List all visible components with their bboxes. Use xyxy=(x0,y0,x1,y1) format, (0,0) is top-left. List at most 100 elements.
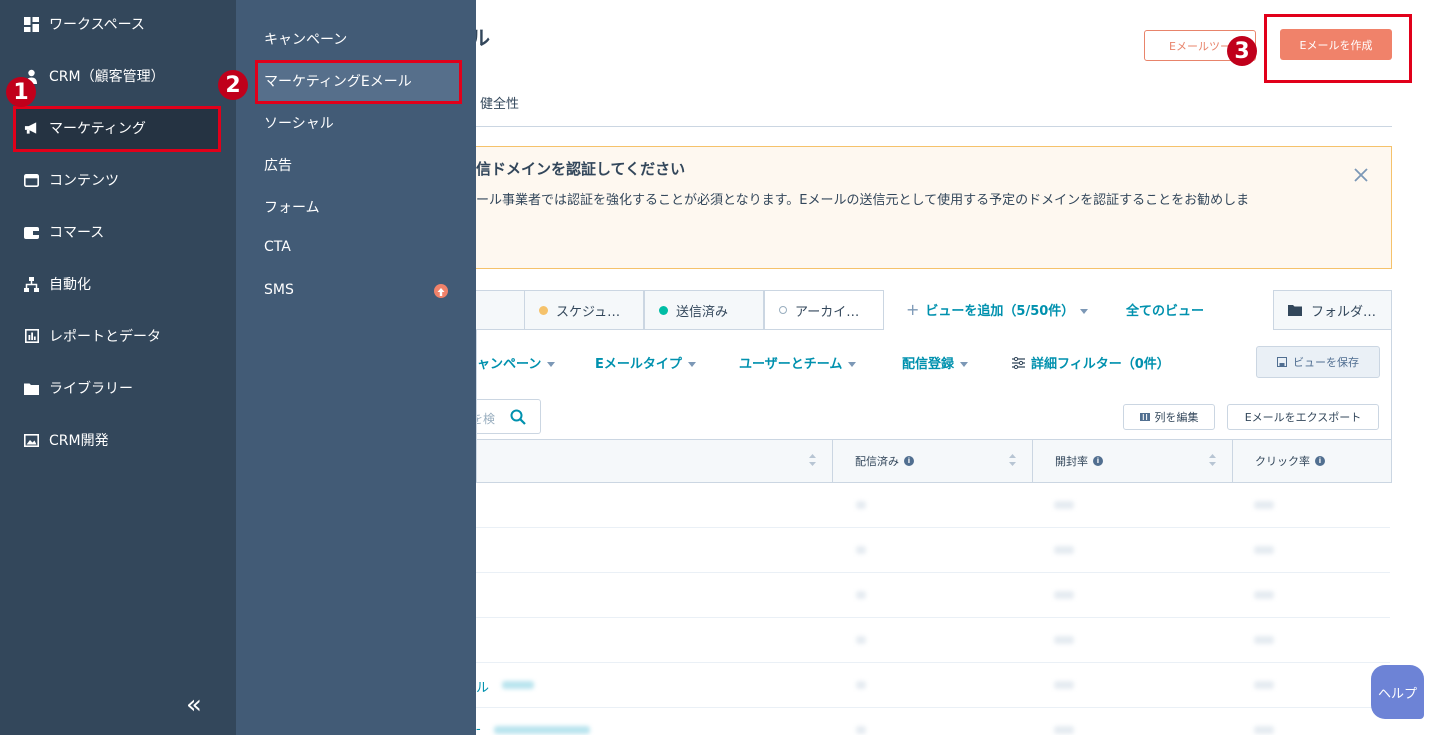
chevron-down-icon xyxy=(960,362,969,367)
upgrade-arrow-icon xyxy=(434,284,448,298)
alert-body: ール事業者では認証を強化することが必須となります。Eメールの送信元として使用する… xyxy=(476,193,1250,208)
help-button[interactable]: ヘルプ xyxy=(1371,665,1424,719)
blurred-cell xyxy=(1054,501,1074,509)
filter-advanced[interactable]: 詳細フィルター（0件） xyxy=(1012,353,1170,372)
blurred-cell xyxy=(856,681,866,689)
view-tab-scheduled[interactable]: スケジュ… xyxy=(524,290,644,330)
blurred-cell xyxy=(856,591,866,599)
column-header-label: 配信済み xyxy=(855,455,899,468)
nav-item-automation[interactable]: 自動化 xyxy=(24,272,91,296)
nav-item-workspace[interactable]: ワークスペース xyxy=(24,12,145,36)
blurred-cell xyxy=(494,726,590,734)
blurred-cell xyxy=(1254,726,1274,734)
filter-label: Eメールタイプ xyxy=(595,357,682,372)
view-tab-archived[interactable]: アーカイ… xyxy=(764,290,884,330)
filter-label: 配信登録 xyxy=(902,357,955,372)
add-view-button[interactable]: + ビューを追加（5/50件） xyxy=(906,300,1089,319)
nav-item-label: CRM開発 xyxy=(49,433,109,449)
search-icon[interactable] xyxy=(510,409,526,425)
image-icon xyxy=(24,433,39,448)
alert-title: 信ドメインを認証してください xyxy=(476,160,686,178)
view-tab-sent[interactable]: 送信済み xyxy=(644,290,764,330)
blurred-cell xyxy=(1254,546,1274,554)
wallet-icon xyxy=(24,225,39,240)
submenu-item-ads[interactable]: 広告 xyxy=(264,155,292,175)
nav-item-crm-dev[interactable]: CRM開発 xyxy=(24,428,109,452)
folder-label: フォルダ… xyxy=(1311,304,1377,320)
table-row[interactable] xyxy=(476,573,1390,618)
annotation-badge-3: 3 xyxy=(1227,36,1257,66)
column-header-click-rate[interactable]: クリック率 i xyxy=(1232,440,1392,482)
annotation-box-create-email xyxy=(1264,14,1412,83)
columns-icon xyxy=(1139,413,1150,421)
table-row[interactable]: ル xyxy=(476,663,1390,708)
filter-label: ユーザーとチーム xyxy=(739,357,843,372)
save-view-label: ビューを保存 xyxy=(1293,356,1359,369)
column-header-delivered[interactable]: 配信済み i xyxy=(832,440,1032,482)
sliders-icon xyxy=(1012,356,1025,370)
filter-subscription[interactable]: 配信登録 xyxy=(902,353,969,372)
tab-health[interactable]: 健全性 xyxy=(480,93,519,112)
all-views-link[interactable]: 全てのビュー xyxy=(1126,300,1204,319)
nav-item-label: レポートとデータ xyxy=(49,329,161,345)
table-header: 配信済み i 開封率 i クリック率 i xyxy=(476,439,1392,483)
close-icon[interactable] xyxy=(1353,167,1369,183)
blurred-cell xyxy=(1054,636,1074,644)
table-row[interactable]: - xyxy=(476,708,1390,735)
chevron-down-icon xyxy=(547,362,556,367)
submenu-item-social[interactable]: ソーシャル xyxy=(264,113,334,133)
submenu-item-sms[interactable]: SMS xyxy=(264,282,294,298)
marketing-submenu: キャンペーン マーケティングEメール ソーシャル 広告 フォーム CTA SMS xyxy=(236,0,476,735)
nav-item-crm[interactable]: CRM（顧客管理） xyxy=(24,64,165,88)
submenu-item-cta[interactable]: CTA xyxy=(264,239,291,255)
blurred-cell xyxy=(856,636,866,644)
nav-item-library[interactable]: ライブラリー xyxy=(24,376,133,400)
domain-alert: 信ドメインを認証してください ール事業者では認証を強化することが必須となります。… xyxy=(476,146,1392,269)
nav-item-label: ライブラリー xyxy=(49,381,133,397)
nav-item-label: コンテンツ xyxy=(49,173,119,189)
filter-users-teams[interactable]: ユーザーとチーム xyxy=(739,353,857,372)
folder-button[interactable]: フォルダ… xyxy=(1273,290,1392,330)
email-name-link[interactable]: ル xyxy=(476,677,489,696)
table-row[interactable] xyxy=(476,528,1390,573)
info-icon[interactable]: i xyxy=(1093,456,1103,466)
plus-icon: + xyxy=(906,300,920,319)
edit-columns-label: 列を編集 xyxy=(1154,411,1199,424)
export-button[interactable]: Eメールをエクスポート xyxy=(1227,404,1379,430)
table-row[interactable] xyxy=(476,483,1390,528)
column-header-label: クリック率 xyxy=(1255,455,1310,468)
view-tab-label: 送信済み xyxy=(676,304,729,320)
chevron-down-icon xyxy=(687,362,696,367)
email-name-link[interactable]: - xyxy=(476,722,481,735)
column-header-name[interactable] xyxy=(477,440,832,482)
status-dot-icon xyxy=(779,306,787,314)
submenu-item-forms[interactable]: フォーム xyxy=(264,197,320,217)
collapse-nav-icon[interactable]: « xyxy=(186,690,202,720)
nav-item-commerce[interactable]: コマース xyxy=(24,220,104,244)
blurred-cell xyxy=(1054,681,1074,689)
annotation-box-marketing xyxy=(13,106,221,152)
info-icon[interactable]: i xyxy=(1315,456,1325,466)
blurred-cell xyxy=(1054,546,1074,554)
blurred-cell xyxy=(1054,726,1074,734)
table-row[interactable] xyxy=(476,618,1390,663)
column-header-open-rate[interactable]: 開封率 i xyxy=(1032,440,1232,482)
filter-label: 詳細フィルター（0件） xyxy=(1031,357,1170,372)
submenu-item-campaigns[interactable]: キャンペーン xyxy=(264,29,347,49)
edit-columns-button[interactable]: 列を編集 xyxy=(1123,404,1215,430)
filter-label: ャンペーン xyxy=(477,357,542,372)
filter-campaign[interactable]: ャンペーン xyxy=(477,353,556,372)
filter-email-type[interactable]: Eメールタイプ xyxy=(595,353,696,372)
search-placeholder: を検 xyxy=(477,412,496,426)
column-header-label: 開封率 xyxy=(1055,455,1088,468)
annotation-badge-1: 1 xyxy=(6,77,36,107)
save-view-button[interactable]: ビューを保存 xyxy=(1256,346,1380,378)
blurred-cell xyxy=(856,726,866,734)
nav-item-reports[interactable]: レポートとデータ xyxy=(24,324,161,348)
nav-item-label: ワークスペース xyxy=(49,17,145,33)
search-input[interactable]: を検 xyxy=(477,399,541,434)
nav-item-content[interactable]: コンテンツ xyxy=(24,168,119,192)
info-icon[interactable]: i xyxy=(904,456,914,466)
status-dot-icon xyxy=(539,305,548,315)
view-tabs: スケジュ… 送信済み アーカイ… + ビューを追加（5/50件） 全てのビュー フ… xyxy=(466,290,1392,330)
